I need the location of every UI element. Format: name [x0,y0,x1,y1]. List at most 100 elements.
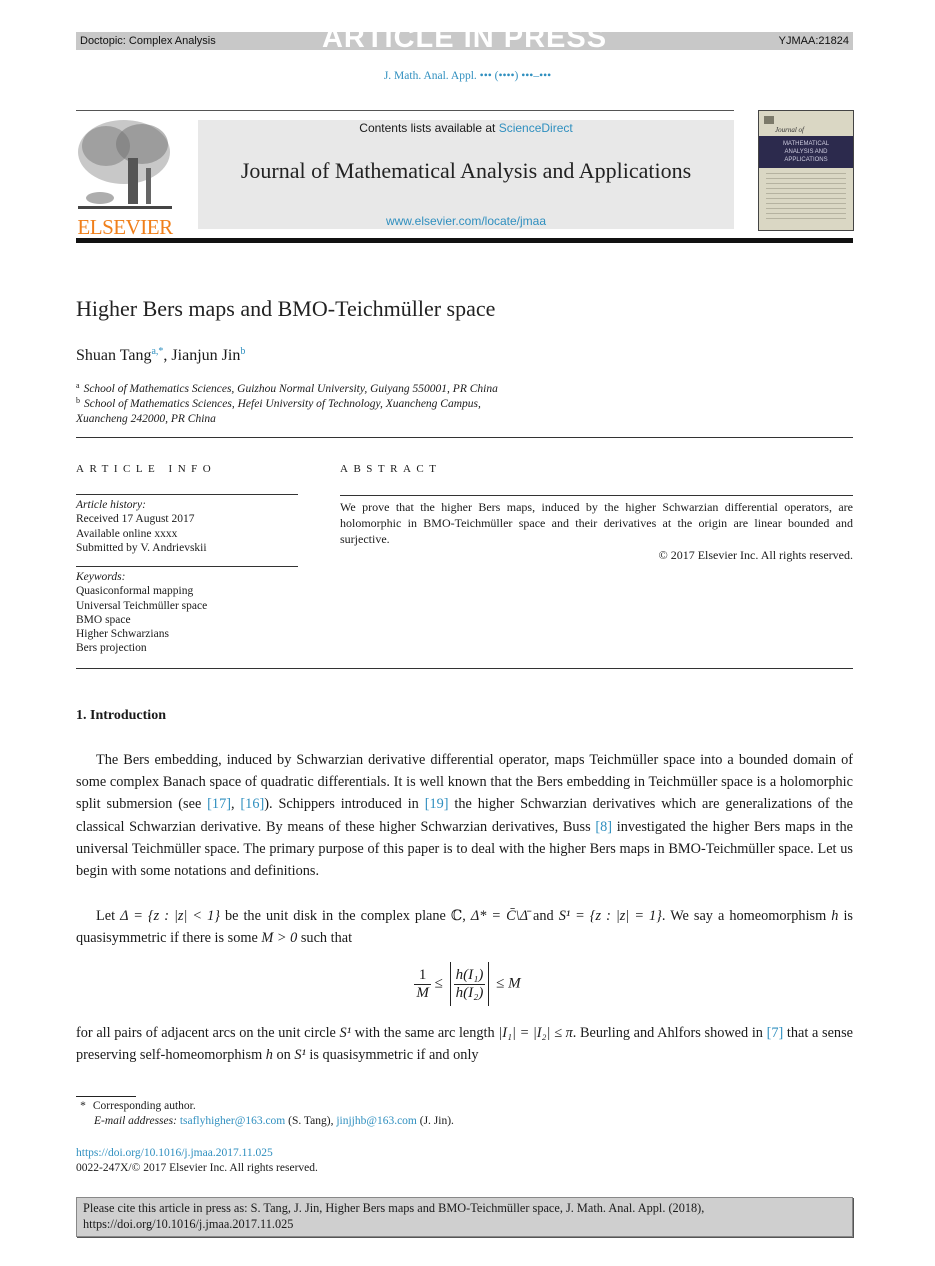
text: . Beurling and Ahlfors showed in [572,1025,767,1041]
publisher-logo-text: ELSEVIER [77,215,173,239]
divider [76,437,853,438]
history-item: Available online xxxx [76,527,178,540]
relation: ≤ M [496,975,521,992]
article-status: ARTICLE IN PRESS [321,22,608,54]
keyword-item: BMO space [76,613,131,626]
text: ). Schippers introduced in [264,796,425,813]
abstract-text: We prove that the higher Bers maps, indu… [340,500,853,546]
text: and [528,908,559,924]
cover-script-title: Journal of [775,126,804,134]
email-label: E-mail addresses: [94,1115,180,1127]
affiliation-mark: a [76,381,80,390]
section-heading: 1. Introduction [76,708,166,723]
divider [76,668,853,669]
reference-link[interactable]: [16] [240,796,264,812]
footnote-emails: E-mail addresses: tsaflyhigher@163.com (… [94,1114,454,1129]
text: with the same arc length [350,1025,499,1041]
abs-bar [449,962,451,1006]
author-list: Shuan Tanga,*, Jianjun Jinb [76,346,246,364]
footnote-mark: * [80,1100,86,1112]
numerator: h(I₁) [453,966,486,985]
keyword-item: Universal Teichmüller space [76,599,208,612]
paragraph: The Bers embedding, induced by Schwarzia… [76,749,853,882]
affiliation-b: b School of Mathematics Sciences, Hefei U… [76,394,481,426]
footnote-rule [76,1096,136,1097]
text: such that [297,930,353,947]
cover-band-line: MATHEMATICAL [782,141,830,147]
divider [76,566,298,567]
numerator: 1 [414,967,431,985]
keyword-item: Higher Schwarzians [76,628,169,641]
fraction: 1M [414,967,431,1002]
article-history: Article history: Received 17 August 2017… [76,498,207,555]
contents-prefix: Contents lists available at [359,121,499,135]
author-affiliation-mark[interactable]: b [240,346,245,357]
keywords-label: Keywords: [76,571,126,583]
elsevier-logo[interactable]: ELSEVIER [76,118,174,238]
email-link[interactable]: jinjjhb@163.com [336,1115,417,1127]
affiliation-text: School of Mathematics Sciences, Hefei Un… [84,398,481,410]
header-thick-rule [76,238,853,243]
cover-publisher-icon [764,116,774,124]
history-item: Received 17 August 2017 [76,513,195,526]
cover-editorial-lines [766,173,846,223]
doi-link[interactable]: https://doi.org/10.1016/j.jmaa.2017.11.0… [76,1146,273,1161]
text: . We say a homeomorphism [661,908,832,924]
citation-line: Please cite this article in press as: S.… [83,1201,705,1215]
reference-link[interactable]: [19] [425,796,449,812]
math-inline: Δ = {z : |z| < 1} [120,908,220,924]
author-name[interactable]: Jianjun Jin [171,347,240,364]
footnote-text: Corresponding author. [92,1100,196,1112]
relation: ≤ [434,975,443,992]
cover-band-line: APPLICATIONS [784,157,828,163]
cover-title-band: MATHEMATICAL ANALYSIS AND APPLICATIONS [759,136,853,168]
keyword-item: Bers projection [76,642,147,655]
text: on [272,1047,295,1064]
paragraph: for all pairs of adjacent arcs on the un… [76,1022,853,1066]
author-name[interactable]: Shuan Tang [76,347,151,364]
cover-band-line: ANALYSIS AND [784,149,828,155]
citation-doi[interactable]: https://doi.org/10.1016/j.jmaa.2017.11.0… [83,1217,293,1231]
math-inline: |I₁| = |I₂| ≤ π [498,1025,573,1041]
journal-cover-thumbnail[interactable]: Journal of MATHEMATICAL ANALYSIS AND APP… [758,110,854,231]
email-owner: (S. Tang), [285,1115,337,1127]
journal-url-link[interactable]: www.elsevier.com/locate/jmaa [198,214,734,228]
math-inline: S¹ [294,1047,306,1064]
journal-reference-link[interactable]: J. Math. Anal. Appl. ••• (••••) •••–••• [0,70,935,82]
denominator: M [416,984,429,1001]
abstract-heading: ABSTRACT [340,463,442,475]
journal-title: Journal of Mathematical Analysis and App… [240,158,692,183]
text: Let [96,908,121,924]
math-inline: M > 0 [261,930,298,947]
article-in-press-banner: Doctopic: Complex Analysis ARTICLE IN PR… [76,22,853,54]
issn-copyright: 0022-247X/© 2017 Elsevier Inc. All right… [76,1162,318,1174]
author-affiliation-mark[interactable]: a,* [151,346,163,357]
display-equation: 1M ≤ h(I₁) h(I₂) ≤ M [0,962,935,1006]
footnote-corresponding: * Corresponding author. [76,1099,196,1114]
reference-link[interactable]: [7] [767,1025,784,1041]
email-link[interactable]: tsaflyhigher@163.com [180,1115,285,1127]
math-inline: S¹ = {z : |z| = 1} [558,908,662,924]
denominator: h(I₂) [455,984,484,1001]
article-title: Higher Bers maps and BMO-Teichmüller spa… [76,296,496,321]
divider [340,495,853,496]
header-top-rule [76,110,734,111]
abstract-copyright: © 2017 Elsevier Inc. All rights reserved… [658,548,853,562]
paragraph: Let Δ = {z : |z| < 1} be the unit disk i… [76,905,853,949]
abs-bar [488,962,490,1006]
fraction: h(I₁) h(I₂) [453,966,486,1002]
sciencedirect-link[interactable]: ScienceDirect [499,121,573,135]
math-inline: Δ* = C̄\Δ̄ [470,908,528,924]
citation-box: Please cite this article in press as: S.… [76,1197,853,1237]
history-item: Submitted by V. Andrievskii [76,541,207,554]
contents-line: Contents lists available at ScienceDirec… [198,121,734,135]
affiliation-mark: b [76,396,80,405]
elsevier-tree-icon [78,120,172,209]
article-info-heading: ARTICLE INFO [76,463,217,475]
text: is quasisymmetric if and only [305,1047,479,1064]
reference-link[interactable]: [17] [207,796,231,812]
reference-link[interactable]: [8] [595,819,612,835]
divider [76,494,298,495]
article-id: YJMAA:21824 [778,35,849,47]
journal-header-box: Contents lists available at ScienceDirec… [198,120,734,229]
